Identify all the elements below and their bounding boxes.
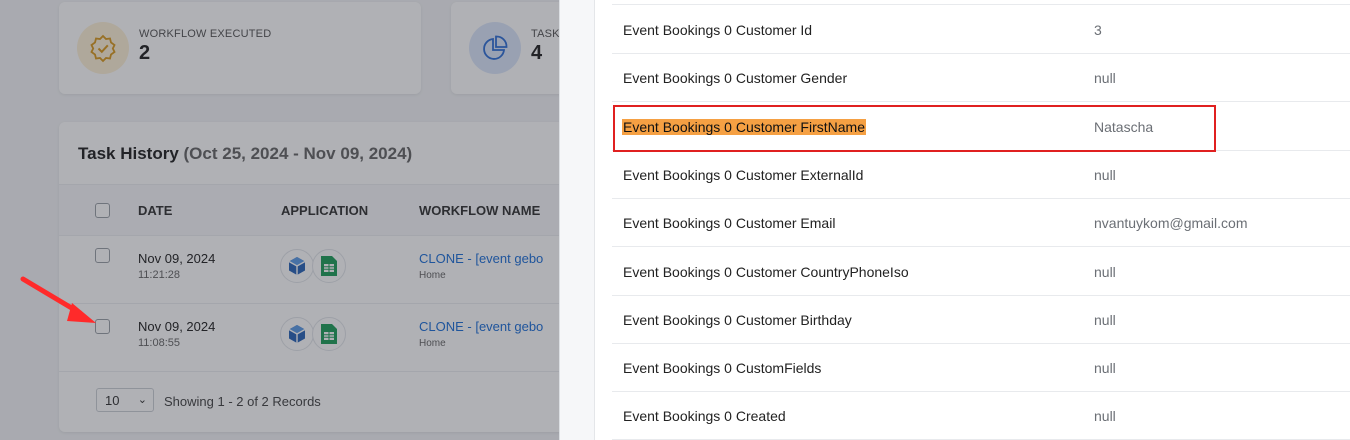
field-row: Event Bookings 0 Customer Gender null [612, 54, 1350, 103]
field-value: nvantuykom@gmail.com [1094, 215, 1248, 232]
highlight-annotation-box [613, 105, 1216, 152]
field-row: Event Bookings 0 Customer CountryPhoneIs… [612, 248, 1350, 296]
field-row: Event Bookings 0 CustomFields null [612, 344, 1350, 393]
field-key: Event Bookings 0 CustomFields [623, 360, 822, 377]
field-row: Event Bookings 0 Customer Id 3 [612, 6, 1350, 54]
field-value: null [1094, 263, 1116, 280]
field-row: Event Bookings 0 Customer Email nvantuyko… [612, 199, 1350, 248]
field-value: null [1094, 311, 1116, 328]
field-row: Event Bookings 0 Customer ExternalId null [612, 151, 1350, 199]
field-key: Event Bookings 0 Customer Gender [623, 70, 848, 87]
red-arrow-annotation-icon [20, 276, 96, 323]
field-key: Event Bookings 0 Customer Id [623, 22, 813, 38]
field-value: null [1094, 166, 1116, 183]
field-row: Event Bookings 0 Created null [612, 392, 1350, 440]
divider [612, 4, 1350, 5]
field-value: null [1094, 70, 1116, 87]
field-row: Event Bookings 0 Customer Birthday null [612, 296, 1350, 344]
field-value: null [1094, 360, 1116, 377]
field-value: 3 [1094, 22, 1102, 38]
modal-backdrop[interactable] [0, 0, 559, 440]
field-key: Event Bookings 0 Customer CountryPhoneIs… [623, 263, 909, 280]
field-key: Event Bookings 0 Created [623, 408, 786, 425]
field-key: Event Bookings 0 Customer ExternalId [623, 166, 864, 183]
field-key: Event Bookings 0 Customer Birthday [623, 311, 852, 328]
field-key: Event Bookings 0 Customer Email [623, 215, 836, 232]
panel-gutter [560, 0, 595, 440]
field-value: null [1094, 408, 1116, 425]
